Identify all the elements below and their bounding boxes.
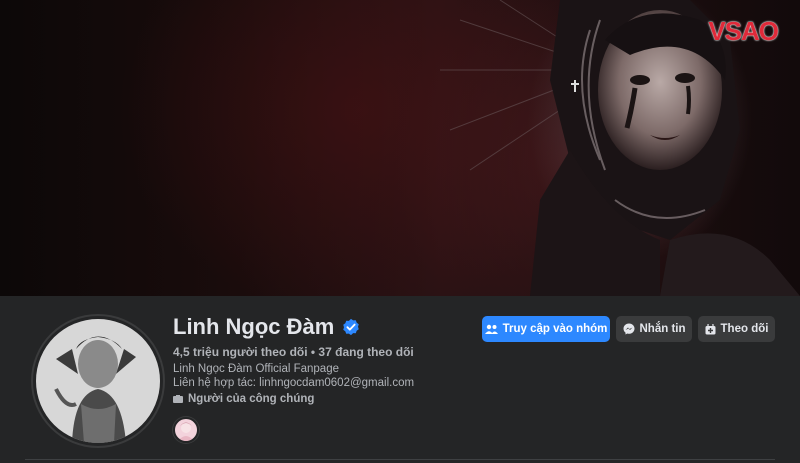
profile-name: Linh Ngọc Đàm bbox=[173, 314, 335, 339]
messenger-icon bbox=[623, 323, 634, 335]
cover-photo[interactable]: VSAO bbox=[0, 0, 800, 296]
category-row: Người của công chúng bbox=[173, 393, 314, 405]
follow-icon bbox=[705, 323, 716, 334]
follow-button[interactable]: Theo dõi bbox=[698, 316, 775, 342]
avatar-portrait-illustration bbox=[36, 319, 160, 443]
group-icon bbox=[484, 324, 498, 334]
verified-badge-icon bbox=[343, 318, 360, 336]
contact-info: Liên hệ hợp tác: linhngocdam0602@gmail.c… bbox=[173, 377, 415, 389]
category-label: Người của công chúng bbox=[188, 393, 315, 405]
visit-group-label: Truy cập vào nhóm bbox=[502, 323, 608, 335]
message-button[interactable]: Nhắn tin bbox=[616, 316, 692, 342]
profile-avatar[interactable] bbox=[33, 316, 163, 446]
profile-name-row: Linh Ngọc Đàm bbox=[173, 314, 360, 340]
category-icon bbox=[173, 394, 183, 403]
follower-stats[interactable]: 4,5 triệu người theo dõi • 37 đang theo … bbox=[173, 345, 414, 359]
section-divider bbox=[25, 459, 775, 460]
page-intro: Linh Ngọc Đàm Official Fanpage bbox=[173, 363, 339, 375]
follow-label: Theo dõi bbox=[720, 323, 769, 335]
brand-watermark-logo: VSAO bbox=[708, 16, 779, 46]
mini-avatar-illustration bbox=[178, 422, 194, 441]
message-label: Nhắn tin bbox=[639, 323, 686, 335]
follower-mini-avatar[interactable] bbox=[173, 417, 199, 443]
visit-group-button[interactable]: Truy cập vào nhóm bbox=[482, 316, 610, 342]
